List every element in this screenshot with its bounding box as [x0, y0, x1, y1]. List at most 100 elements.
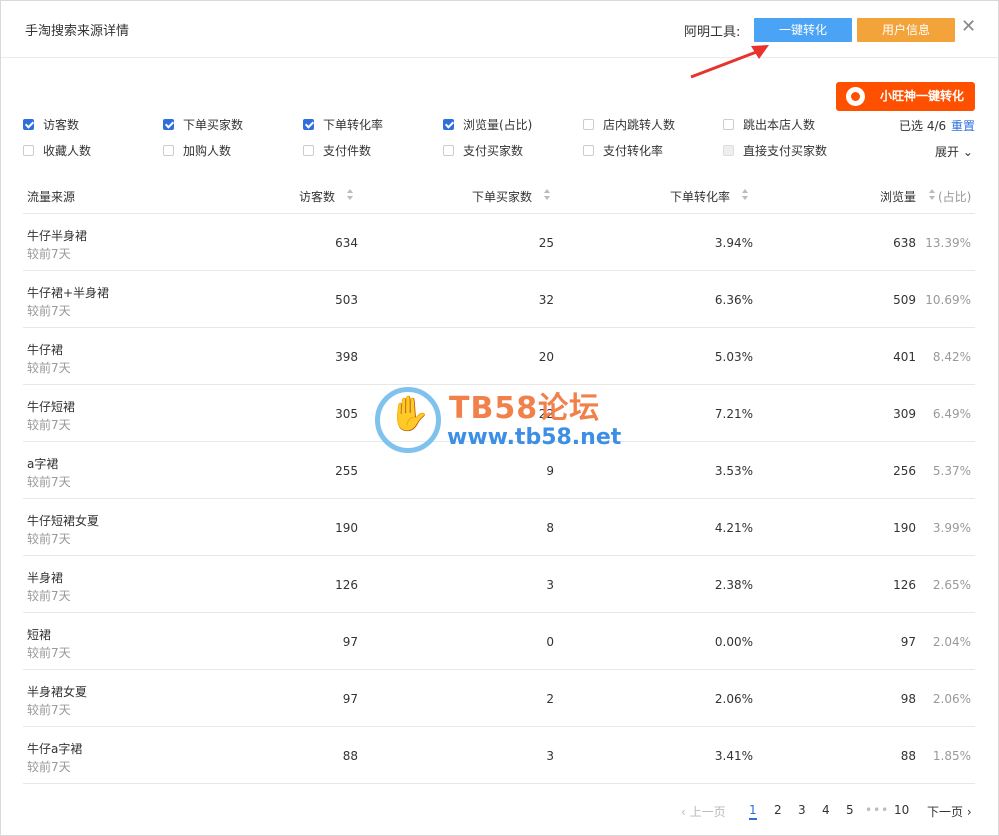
- filter-label: 支付件数: [323, 144, 372, 158]
- page-2[interactable]: 2: [774, 803, 782, 817]
- filter-label: 下单转化率: [323, 118, 384, 132]
- checkbox-icon[interactable]: [583, 145, 594, 156]
- buyers-value: 2: [546, 692, 554, 706]
- rate-value: 2.06%: [714, 692, 753, 706]
- visitors-value: 305: [335, 407, 358, 421]
- sort-buyers-icon[interactable]: [544, 189, 551, 201]
- rate-value: 5.03%: [714, 350, 753, 364]
- compare-label: 较前7天: [27, 304, 71, 318]
- compare-label: 较前7天: [27, 589, 71, 603]
- views-value: 126: [893, 578, 916, 592]
- checkbox-icon[interactable]: [583, 119, 594, 130]
- user-info-button[interactable]: 用户信息: [857, 18, 955, 42]
- views-value: 88: [900, 749, 916, 763]
- close-icon[interactable]: ✕: [961, 16, 976, 37]
- source-details-dialog: 手淘搜索来源详情 阿明工具: 一键转化 用户信息 ✕ 小旺神一键转化 已选 4/…: [0, 0, 999, 836]
- prev-page-button[interactable]: ‹ 上一页: [681, 803, 726, 820]
- compare-label: 较前7天: [27, 760, 71, 774]
- views-value: 509: [893, 293, 916, 307]
- source-name: 牛仔短裙: [27, 400, 76, 414]
- one-click-convert-button[interactable]: 一键转化: [754, 18, 852, 42]
- source-name: 牛仔a字裙: [27, 742, 83, 756]
- share-value: 5.37%: [932, 464, 971, 478]
- buyers-value: 25: [538, 236, 554, 250]
- next-page-label: 下一页: [927, 805, 964, 819]
- views-value: 638: [893, 236, 916, 250]
- page-5[interactable]: 5: [846, 803, 854, 817]
- compare-label: 较前7天: [27, 361, 71, 375]
- reset-link[interactable]: 重置: [951, 117, 975, 134]
- page-4[interactable]: 4: [822, 803, 830, 817]
- share-value: 3.99%: [932, 521, 971, 535]
- tool-label: 阿明工具:: [684, 25, 741, 40]
- compare-label: 较前7天: [27, 532, 71, 546]
- table-row: 牛仔短裙女夏 较前7天 190 8 4.21% 190 3.99%: [23, 499, 975, 556]
- checkbox-icon[interactable]: [303, 145, 314, 156]
- source-name: a字裙: [27, 457, 59, 471]
- compare-label: 较前7天: [27, 475, 71, 489]
- table-row: 牛仔a字裙 较前7天 88 3 3.41% 88 1.85%: [23, 727, 975, 784]
- page-10[interactable]: 10: [894, 803, 909, 817]
- share-value: 10.69%: [925, 293, 971, 307]
- views-value: 98: [900, 692, 916, 706]
- page-3[interactable]: 3: [798, 803, 806, 817]
- checked-checkbox-icon[interactable]: [23, 119, 34, 130]
- source-name: 半身裙女夏: [27, 685, 88, 699]
- compare-label: 较前7天: [27, 247, 71, 261]
- buyers-value: 20: [538, 350, 554, 364]
- views-value: 190: [893, 521, 916, 535]
- filter-label: 收藏人数: [43, 144, 92, 158]
- wangwang-convert-button[interactable]: 小旺神一键转化: [836, 82, 975, 111]
- rate-value: 7.21%: [714, 407, 753, 421]
- buyers-value: 3: [546, 749, 554, 763]
- col-visitors: 访客数: [299, 190, 336, 204]
- checkbox-icon[interactable]: [443, 145, 454, 156]
- checkbox-icon[interactable]: [23, 145, 34, 156]
- source-name: 牛仔裙: [27, 343, 64, 357]
- checkbox-icon[interactable]: [723, 119, 734, 130]
- share-value: 6.49%: [932, 407, 971, 421]
- expand-label: 展开: [935, 145, 960, 159]
- table-row: 牛仔裙+半身裙 较前7天 503 32 6.36% 509 10.69%: [23, 271, 975, 328]
- filter-label: 加购人数: [183, 144, 232, 158]
- page-ellipsis[interactable]: •••: [865, 803, 889, 817]
- compare-label: 较前7天: [27, 646, 71, 660]
- table-row: 牛仔半身裙 较前7天 634 25 3.94% 638 13.39%: [23, 214, 975, 271]
- checkbox-icon[interactable]: [723, 145, 734, 156]
- source-name: 牛仔半身裙: [27, 229, 88, 243]
- table-row: 短裙 较前7天 97 0 0.00% 97 2.04%: [23, 613, 975, 670]
- page-1[interactable]: 1: [749, 803, 757, 820]
- sort-visitors-icon[interactable]: [347, 189, 354, 201]
- dialog-title: 手淘搜索来源详情: [25, 24, 130, 39]
- source-name: 半身裙: [27, 571, 64, 585]
- visitors-value: 126: [335, 578, 358, 592]
- filter-label: 下单买家数: [183, 118, 244, 132]
- checked-checkbox-icon[interactable]: [163, 119, 174, 130]
- views-value: 309: [893, 407, 916, 421]
- buyers-value: 32: [538, 293, 554, 307]
- metric-filters: 已选 4/6 重置 展开 ⌄ 访客数 下单买家数 下单转化率 浏览量(占比) 店内跳转人…: [1, 115, 998, 161]
- filter-label: 店内跳转人数: [603, 118, 676, 132]
- visitors-value: 97: [342, 635, 358, 649]
- views-value: 97: [900, 635, 916, 649]
- wangwang-convert-label: 小旺神一键转化: [880, 89, 965, 103]
- buyers-value: 9: [546, 464, 554, 478]
- visitors-value: 634: [335, 236, 358, 250]
- buyers-value: 0: [546, 635, 554, 649]
- sort-views-icon[interactable]: [929, 189, 936, 201]
- checked-checkbox-icon[interactable]: [303, 119, 314, 130]
- next-page-button[interactable]: 下一页 ›: [927, 803, 972, 820]
- table-row: 牛仔短裙较前7天 305 22 7.21% 309 6.49%: [23, 385, 975, 442]
- expand-toggle[interactable]: 展开 ⌄: [935, 143, 973, 160]
- checkbox-icon[interactable]: [163, 145, 174, 156]
- checked-checkbox-icon[interactable]: [443, 119, 454, 130]
- source-name: 牛仔短裙女夏: [27, 514, 100, 528]
- compare-label: 较前7天: [27, 418, 71, 432]
- filter-label: 跳出本店人数: [743, 118, 816, 132]
- sort-rate-icon[interactable]: [742, 189, 749, 201]
- col-share: (占比): [938, 190, 972, 204]
- views-value: 256: [893, 464, 916, 478]
- visitors-value: 255: [335, 464, 358, 478]
- share-value: 8.42%: [932, 350, 971, 364]
- buyers-value: 22: [538, 407, 554, 421]
